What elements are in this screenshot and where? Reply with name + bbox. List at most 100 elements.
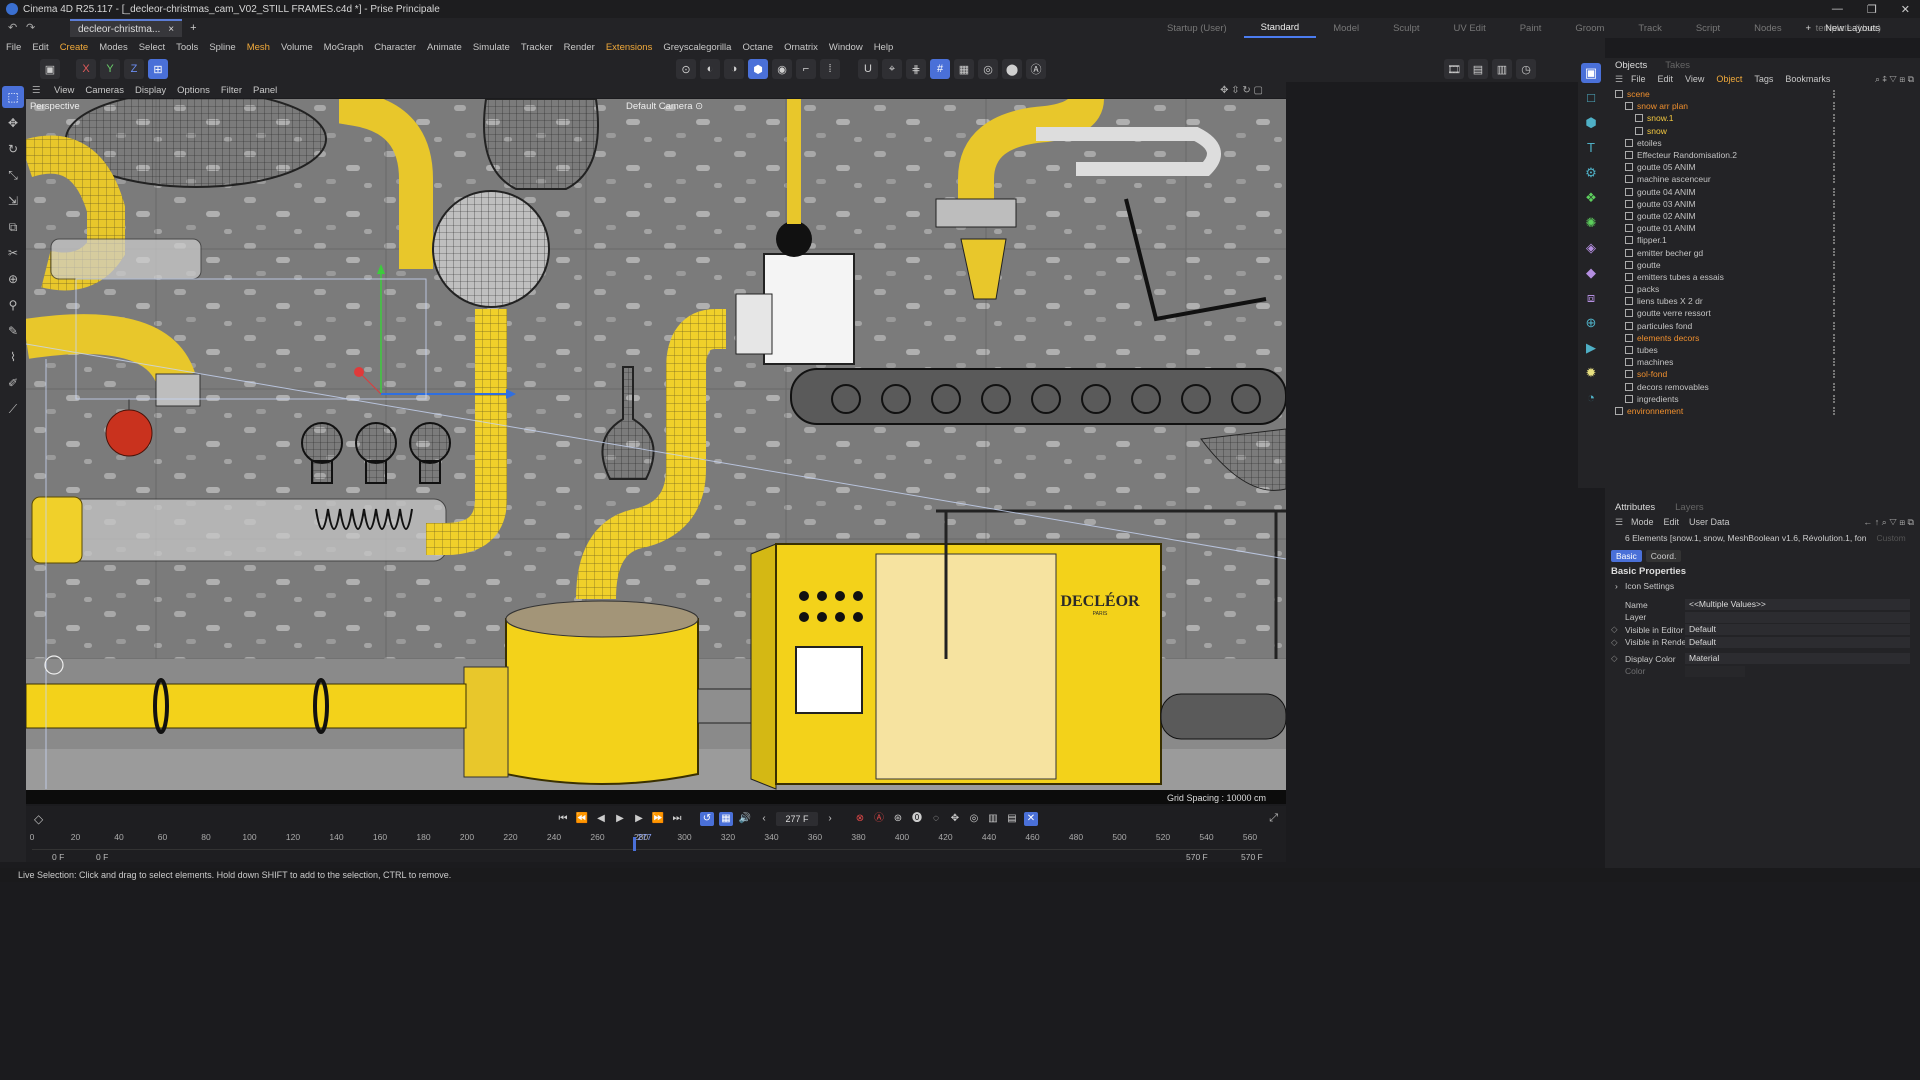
align-tool-icon[interactable]: ⧉	[2, 216, 24, 238]
viewport-perspective[interactable]: Perspective Default Camera ⊙ DECLÉOR PAR…	[26, 99, 1286, 804]
axis-y-button[interactable]: Y	[100, 59, 120, 79]
custom-label[interactable]: Custom	[1876, 533, 1905, 543]
goto-end-icon[interactable]: ⏭	[670, 812, 684, 826]
visibility-dots-icon[interactable]	[1833, 126, 1837, 135]
sculpt-tool-icon[interactable]: ⌇	[2, 346, 24, 368]
uv-mode-icon[interactable]: ◉	[772, 59, 792, 79]
layout-tab-track[interactable]: Track	[1621, 18, 1678, 38]
visibility-dots-icon[interactable]	[1833, 394, 1837, 403]
display-color-dropdown[interactable]: Material	[1685, 653, 1910, 665]
generator-icon[interactable]: ⚙	[1581, 163, 1601, 183]
viewport-camera-label[interactable]: Default Camera ⊙	[626, 101, 703, 112]
live-selection-icon[interactable]: ⬚	[2, 86, 24, 108]
world-coordinates-icon[interactable]: ⊞	[148, 59, 168, 79]
auto-key-icon[interactable]: Ⓐ	[872, 812, 886, 826]
menu-file[interactable]: File	[6, 42, 21, 53]
visibility-dots-icon[interactable]	[1833, 321, 1837, 330]
viewport-hamburger-icon[interactable]: ☰	[32, 85, 41, 96]
menu-ornatrix[interactable]: Ornatrix	[784, 42, 818, 53]
animate-dot-icon[interactable]: ◇	[1611, 653, 1618, 664]
visibility-dots-icon[interactable]	[1833, 175, 1837, 184]
subtab-basic[interactable]: Basic	[1611, 550, 1642, 562]
viewport-solo-icon[interactable]: ◎	[978, 59, 998, 79]
menu-tracker[interactable]: Tracker	[521, 42, 553, 53]
icon-settings-toggle[interactable]: › Icon Settings	[1605, 580, 1920, 593]
polygons-mode-icon[interactable]: ◑	[724, 59, 744, 79]
loop-icon[interactable]: ↺	[700, 812, 714, 826]
workplane-icon[interactable]: ⋕	[906, 59, 926, 79]
object-tree-row[interactable]: particules fond	[1605, 320, 1920, 332]
text-object-icon[interactable]: T	[1581, 138, 1601, 158]
undo-icon[interactable]: ↶	[8, 21, 17, 34]
color-swatch[interactable]	[1685, 665, 1745, 677]
object-tree-row[interactable]: elements decors	[1605, 332, 1920, 344]
object-tree-row[interactable]: snow	[1605, 125, 1920, 137]
objects-search-icon[interactable]: ⌕ ⇞ ▽ ⊞ ⧉	[1875, 74, 1914, 85]
grid-snap-icon[interactable]: #	[930, 59, 950, 79]
volume-icon[interactable]: ⧈	[1581, 288, 1601, 308]
object-tree-row[interactable]: goutte 03 ANIM	[1605, 198, 1920, 210]
visibility-dots-icon[interactable]	[1833, 272, 1837, 281]
object-tree-row[interactable]: machine ascenceur	[1605, 173, 1920, 185]
document-close-icon[interactable]: ×	[168, 24, 174, 35]
goto-start-icon[interactable]: ⏮	[556, 812, 570, 826]
object-tree-row[interactable]: emitters tubes a essais	[1605, 271, 1920, 283]
visibility-dots-icon[interactable]	[1833, 236, 1837, 245]
viewport-menu-panel[interactable]: Panel	[253, 85, 277, 96]
visibility-dots-icon[interactable]	[1833, 370, 1837, 379]
document-tab[interactable]: decleor-christma... ×	[70, 19, 183, 37]
measure-tool-icon[interactable]: ⟋	[2, 398, 24, 420]
object-tree-row[interactable]: tubes	[1605, 344, 1920, 356]
object-tree-row[interactable]: goutte verre ressort	[1605, 307, 1920, 319]
menu-mesh[interactable]: Mesh	[247, 42, 270, 53]
new-layouts-button[interactable]: + New Layouts	[1806, 18, 1880, 38]
light-icon[interactable]: ✹	[1581, 363, 1601, 383]
object-tree-row[interactable]: snow arr plan	[1605, 100, 1920, 112]
tab-attributes[interactable]: Attributes	[1615, 502, 1655, 513]
key-rotation-icon[interactable]: ◌	[929, 812, 943, 826]
menu-mograph[interactable]: MoGraph	[324, 42, 364, 53]
layout-tab-uv-edit[interactable]: UV Edit	[1437, 18, 1503, 38]
minimize-button[interactable]: —	[1832, 3, 1843, 15]
edges-mode-icon[interactable]: ◐	[700, 59, 720, 79]
paint-tool-icon[interactable]: ✐	[2, 372, 24, 394]
menu-select[interactable]: Select	[139, 42, 165, 53]
visibility-dots-icon[interactable]	[1833, 345, 1837, 354]
next-frame-icon[interactable]: ▶	[632, 812, 646, 826]
menu-greyscalegorilla[interactable]: Greyscalegorilla	[663, 42, 731, 53]
viewport-menu-cameras[interactable]: Cameras	[85, 85, 124, 96]
menu-edit[interactable]: Edit	[32, 42, 48, 53]
visibility-dots-icon[interactable]	[1833, 150, 1837, 159]
object-tree-row[interactable]: machines	[1605, 356, 1920, 368]
visibility-dots-icon[interactable]	[1833, 285, 1837, 293]
deformer-icon[interactable]: ◈	[1581, 238, 1601, 258]
rotate-tool-icon[interactable]: ↻	[2, 138, 24, 160]
axis-x-button[interactable]: X	[76, 59, 96, 79]
visibility-dots-icon[interactable]	[1833, 297, 1837, 306]
extrude-tool-icon[interactable]: ⊕	[2, 268, 24, 290]
object-tree-row[interactable]: goutte 01 ANIM	[1605, 222, 1920, 234]
current-frame-field[interactable]: 277 F	[776, 812, 818, 826]
object-tree-row[interactable]: decors removables	[1605, 381, 1920, 393]
animate-dot-icon[interactable]: ◇	[1611, 637, 1618, 648]
visible-editor-dropdown[interactable]: Default	[1685, 624, 1910, 636]
objects-menu-object[interactable]: Object	[1716, 74, 1742, 84]
object-tree-row[interactable]: scene	[1605, 88, 1920, 100]
tweak-mode-icon[interactable]: ⁞	[820, 59, 840, 79]
object-tree-row[interactable]: liens tubes X 2 dr	[1605, 295, 1920, 307]
visible-renderer-dropdown[interactable]: Default	[1685, 636, 1910, 648]
new-document-icon[interactable]: +	[190, 22, 196, 34]
render-settings-icon[interactable]: ▥	[1492, 59, 1512, 79]
key-param-icon[interactable]: ◎	[967, 812, 981, 826]
name-field[interactable]: <<Multiple Values>>	[1685, 599, 1910, 611]
sound-icon[interactable]: 🔊	[738, 812, 752, 826]
frame-left-icon[interactable]: ‹	[757, 812, 771, 826]
render-picture-viewer-icon[interactable]: ▤	[1468, 59, 1488, 79]
objects-hamburger-icon[interactable]: ☰	[1615, 74, 1623, 85]
objects-menu-edit[interactable]: Edit	[1658, 74, 1674, 84]
object-tree-row[interactable]: goutte 02 ANIM	[1605, 210, 1920, 222]
timeline-ruler[interactable]: 0 20 40 60 80 100 120 140 160 180 200 22…	[30, 832, 1262, 851]
object-manager-icon[interactable]: ▣	[1581, 63, 1601, 83]
prev-frame-icon[interactable]: ◀	[594, 812, 608, 826]
play-icon[interactable]: ▶	[613, 812, 627, 826]
